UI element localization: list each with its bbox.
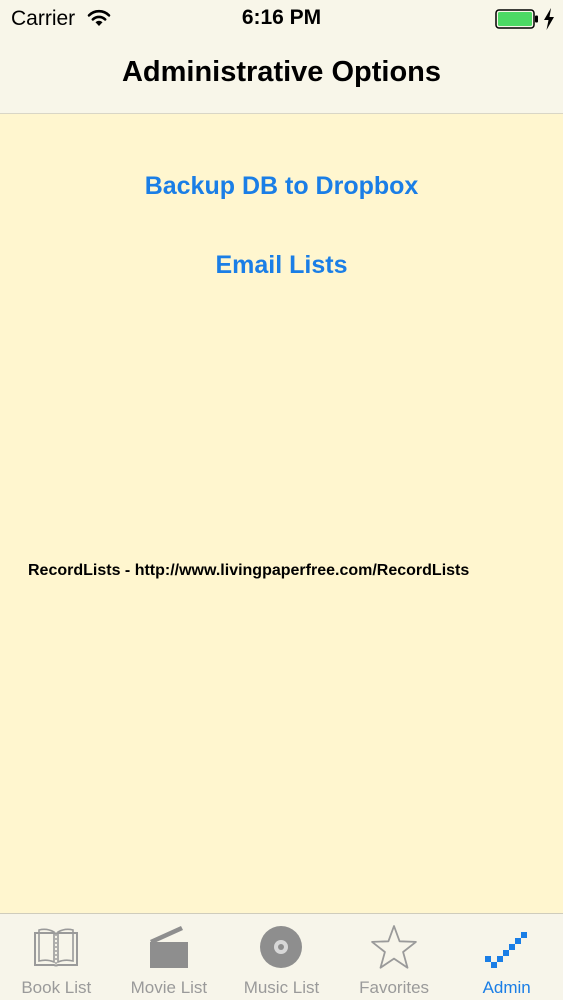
battery-icon — [495, 9, 538, 29]
status-bar: Carrier 6:16 PM — [0, 0, 563, 38]
star-icon — [371, 925, 417, 969]
tab-admin[interactable]: Admin — [450, 914, 563, 1000]
app-screen: Carrier 6:16 PM Administrative Options B… — [0, 0, 563, 1000]
status-time: 6:16 PM — [241, 6, 322, 29]
charging-bolt-icon — [544, 8, 554, 30]
clapperboard-icon — [149, 926, 188, 968]
tab-bar: Book List Movie List Music List Favorite… — [0, 913, 563, 1000]
tab-book-list[interactable]: Book List — [0, 914, 113, 1000]
app-info-text: RecordLists - http://www.livingpaperfree… — [28, 562, 470, 579]
book-icon — [34, 928, 79, 967]
admin-checkmark-icon — [484, 932, 527, 968]
page-title: Administrative Options — [121, 56, 442, 88]
tab-label: Movie List — [130, 978, 208, 997]
email-lists-button[interactable]: Email Lists — [0, 251, 563, 280]
tab-label: Admin — [482, 978, 531, 997]
tab-label: Book List — [21, 978, 92, 997]
backup-db-to-dropbox-button[interactable]: Backup DB to Dropbox — [0, 172, 563, 201]
tab-label: Favorites — [359, 978, 430, 997]
disc-icon — [260, 926, 303, 968]
tab-favorites[interactable]: Favorites — [338, 914, 451, 1000]
tab-label: Music List — [243, 978, 320, 997]
tab-music-list[interactable]: Music List — [225, 914, 338, 1000]
top-bar: Carrier 6:16 PM Administrative Options — [0, 0, 563, 114]
tab-movie-list[interactable]: Movie List — [113, 914, 226, 1000]
